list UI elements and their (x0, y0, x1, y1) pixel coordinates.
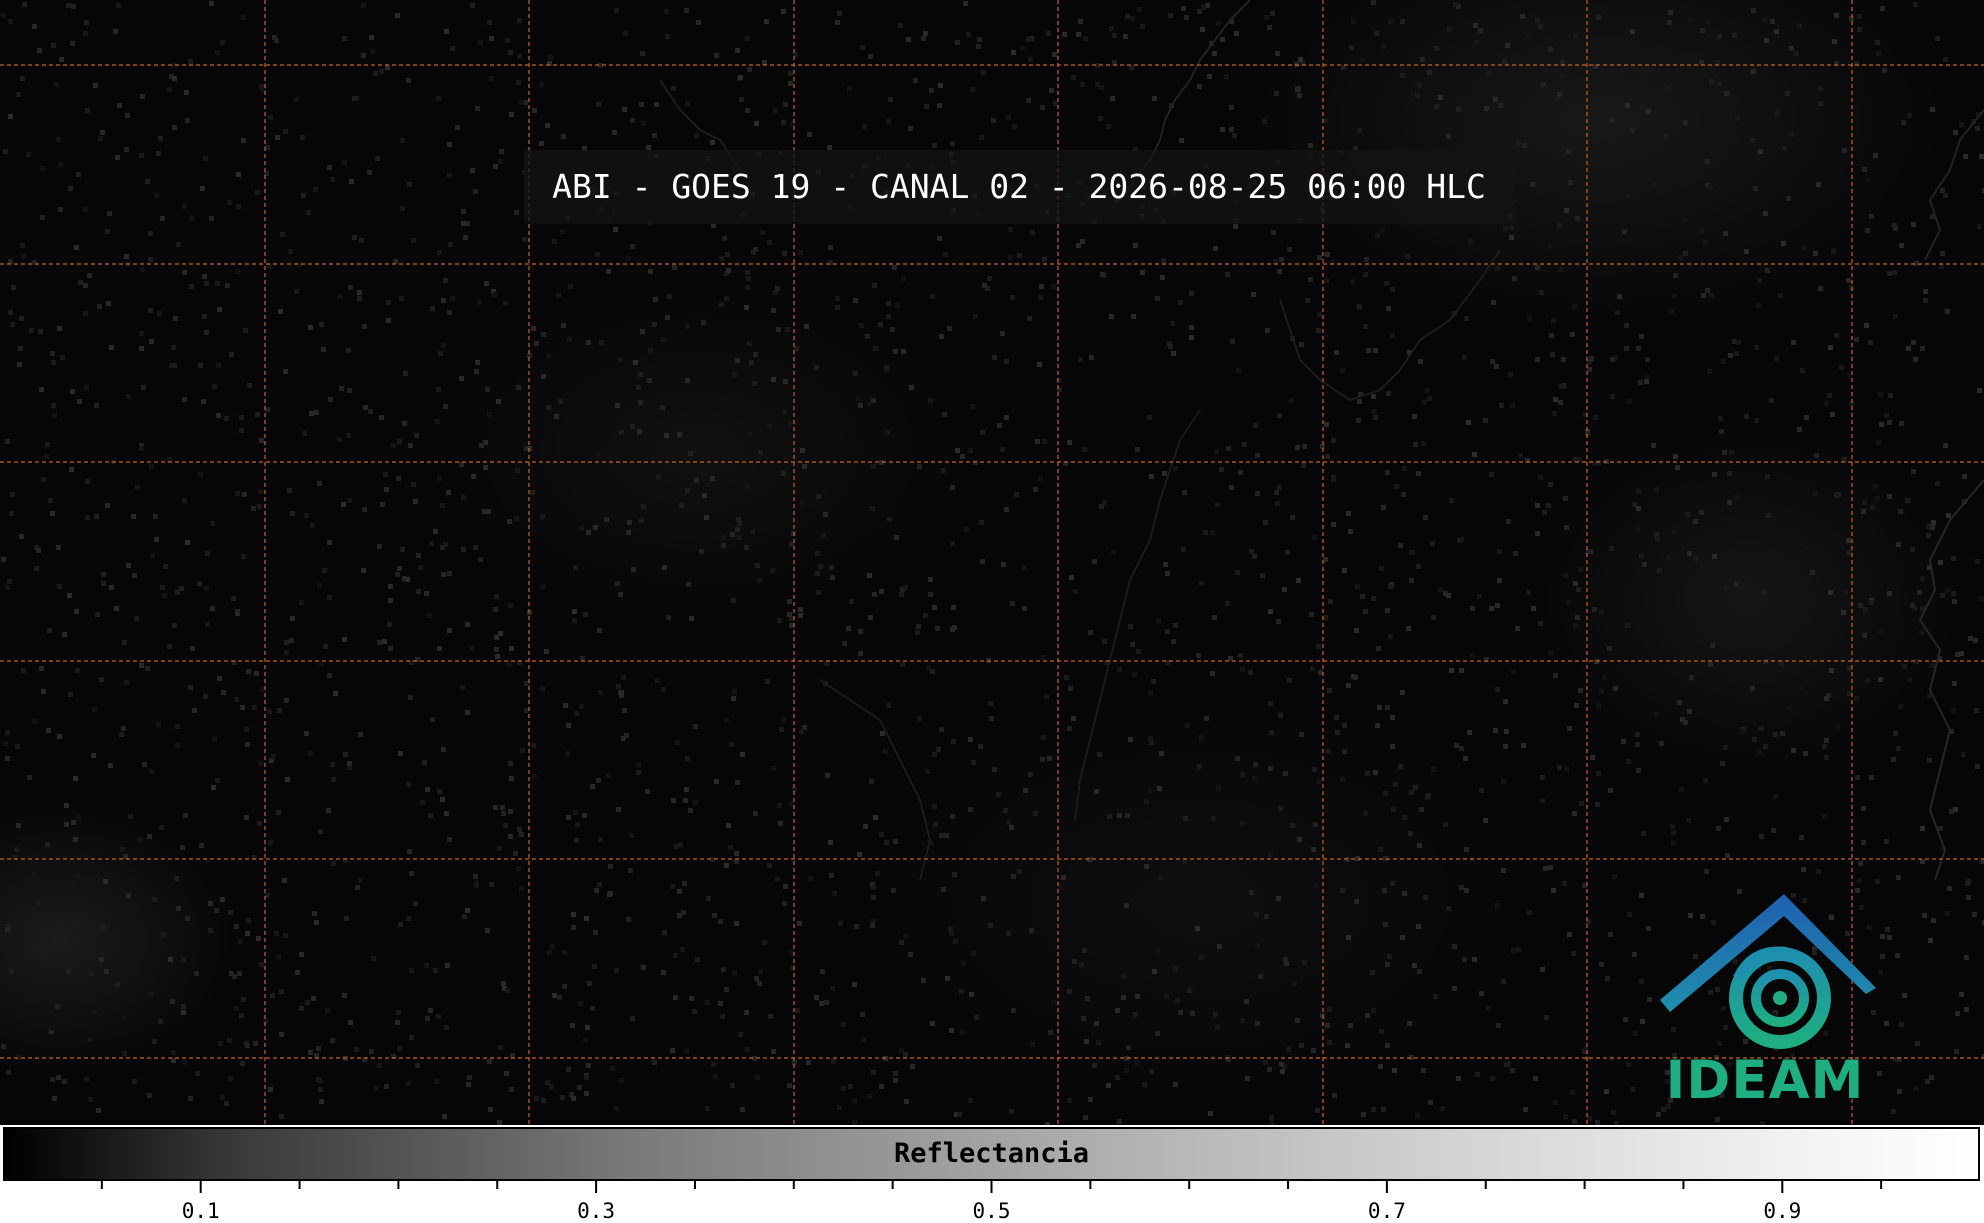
satellite-image-view: ABI - GOES 19 - CANAL 02 - 2026-08-25 06… (0, 0, 1984, 1223)
country-borders (659, 0, 1984, 881)
border-line (1918, 479, 1984, 881)
tick-label: 0.1 (181, 1199, 220, 1223)
colorbar-panel: Reflectancia 0.1 0.3 0.5 0.7 0.9 (0, 1125, 1984, 1223)
tick-label: 0.7 (1367, 1199, 1406, 1223)
tick-label: 0.3 (577, 1199, 616, 1223)
tick-label: 0.9 (1763, 1199, 1802, 1223)
satellite-map[interactable]: ABI - GOES 19 - CANAL 02 - 2026-08-25 06… (0, 0, 1984, 1125)
border-line (819, 679, 932, 881)
border-line (1074, 409, 1201, 821)
ideam-logo-icon (1660, 894, 1876, 1049)
border-line (1279, 249, 1501, 402)
tick-label: 0.5 (972, 1199, 1011, 1223)
ideam-logo: IDEAM (1652, 888, 1878, 1111)
map-title: ABI - GOES 19 - CANAL 02 - 2026-08-25 06… (524, 150, 1514, 224)
ideam-logo-text: IDEAM (1665, 1050, 1865, 1111)
